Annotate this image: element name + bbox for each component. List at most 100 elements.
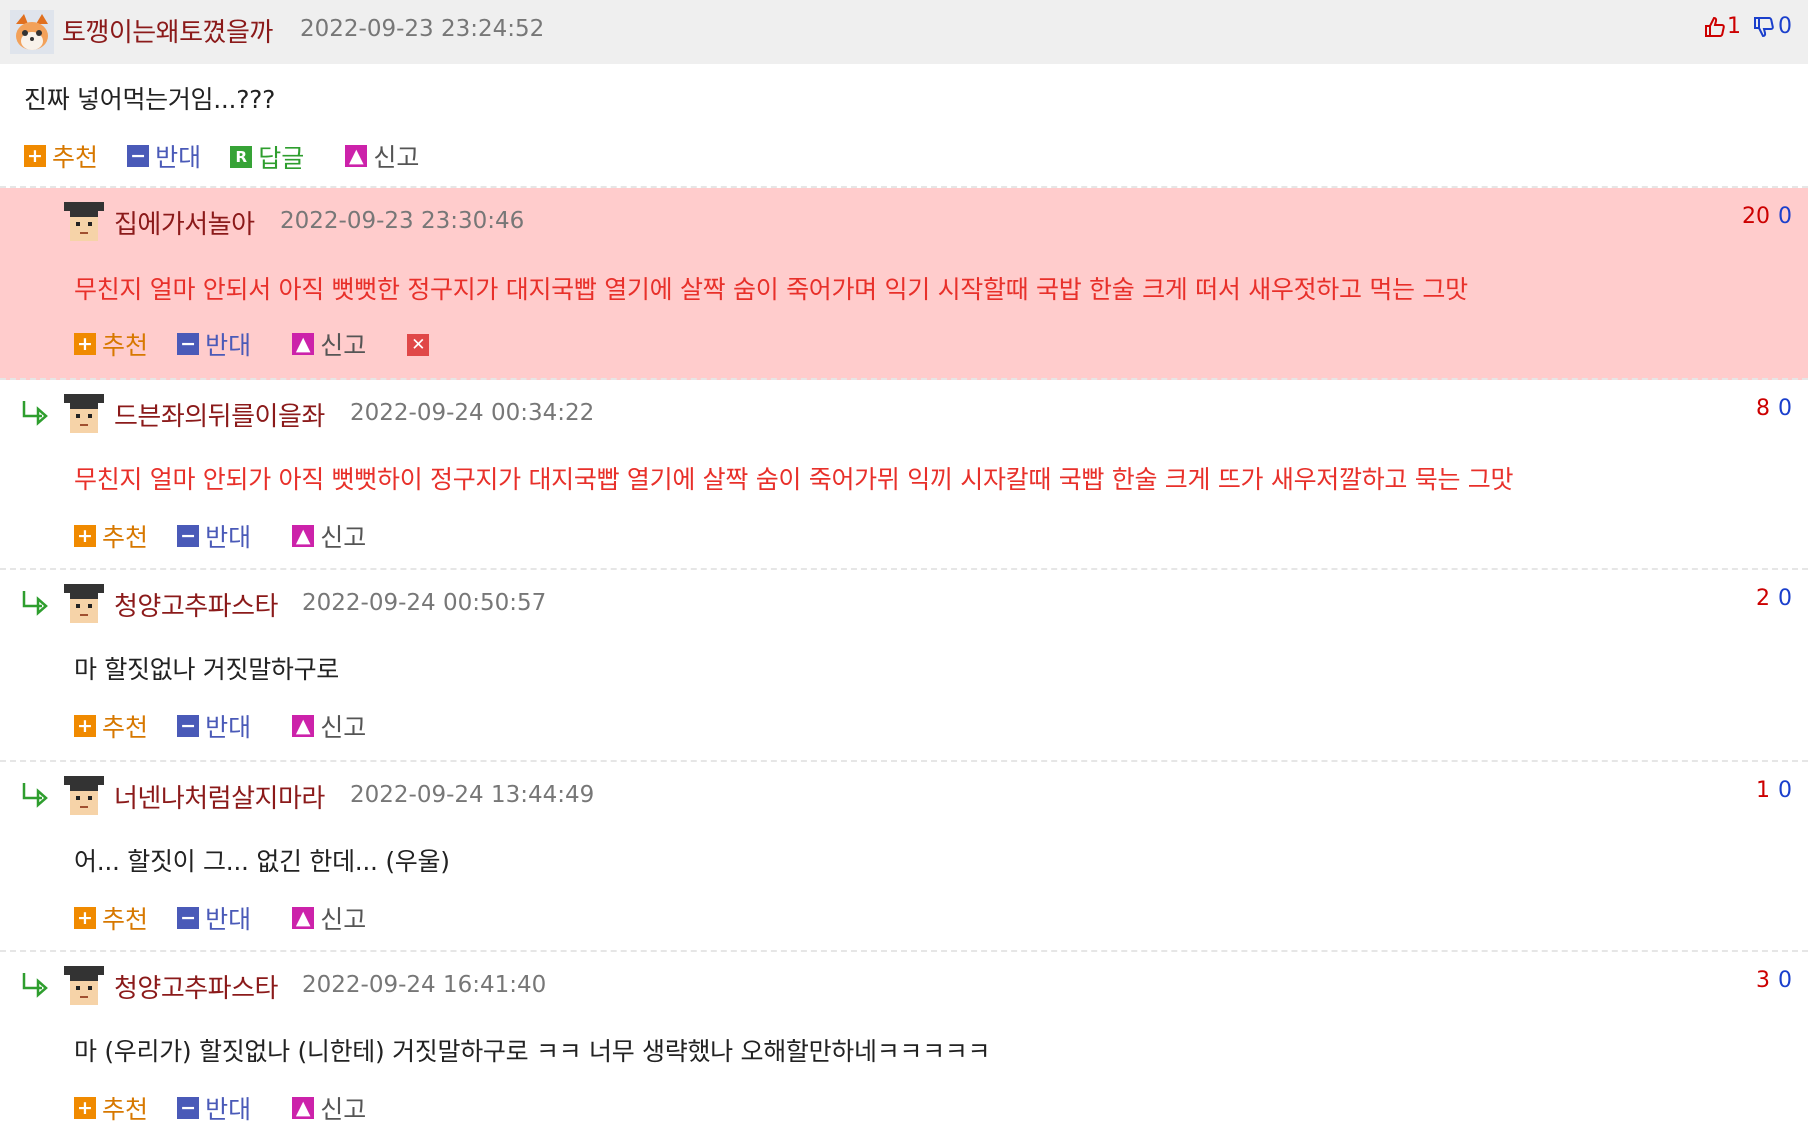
report-button[interactable]: ▲ 신고 [292, 708, 366, 744]
avatar-icon[interactable] [62, 200, 106, 244]
report-button[interactable]: ▲ 신고 [292, 518, 366, 554]
avatar-icon[interactable] [10, 10, 54, 54]
plus-icon: + [74, 525, 96, 547]
comment-actions: + 추천 − 반대 ▲ 신고 [74, 900, 390, 934]
thumb-down-icon[interactable] [1752, 15, 1776, 39]
report-label: 신고 [320, 1095, 367, 1124]
reply-comment: 청양고추파스타 2022-09-24 16:41:40 30 마 (우리가) 할… [0, 952, 1808, 1137]
oppose-button[interactable]: − 반대 [177, 518, 251, 554]
siren-icon: ▲ [292, 333, 315, 355]
comment-text: 마 (우리가) 할짓없나 (니한테) 거짓말하구로 ㅋㅋ 너무 생략했나 오해할… [74, 1037, 991, 1066]
report-label: 신고 [320, 713, 367, 742]
oppose-label: 반대 [205, 523, 252, 552]
vote-counts: 20 [1756, 586, 1792, 611]
downvote-count: 0 [1778, 778, 1792, 803]
avatar-icon[interactable] [62, 392, 106, 436]
comment-author[interactable]: 청양고추파스타 [114, 586, 278, 623]
vote-counts: 1 0 [1703, 14, 1792, 39]
comment-actions: + 추천 − 반대 ▲ 신고 ✕ [74, 326, 430, 360]
avatar-icon[interactable] [62, 774, 106, 818]
report-label: 신고 [320, 905, 367, 934]
reply-arrow-icon [22, 591, 48, 616]
reply-arrow-icon [22, 401, 48, 426]
downvote-count: 0 [1778, 586, 1792, 611]
plus-icon: + [74, 1097, 96, 1119]
siren-icon: ▲ [345, 145, 368, 167]
recommend-button[interactable]: + 추천 [74, 1090, 148, 1126]
recommend-button[interactable]: + 추천 [74, 518, 148, 554]
upvote-count: 8 [1756, 396, 1770, 421]
reply-header: 너넨나처럼살지마라 2022-09-24 13:44:49 10 [0, 762, 1808, 826]
reply-label: 답글 [258, 144, 305, 173]
oppose-label: 반대 [155, 143, 202, 172]
upvote-count: 1 [1727, 14, 1741, 39]
avatar-icon[interactable] [62, 582, 106, 626]
report-button[interactable]: ▲ 신고 [292, 1090, 366, 1126]
siren-icon: ▲ [292, 907, 315, 929]
comment-actions: + 추천 − 반대 ▲ 신고 [74, 708, 390, 742]
recommend-label: 추천 [102, 523, 149, 552]
main-comment: 토깽이는왜토꼈을까 2022-09-23 23:24:52 1 0 진짜 넣어먹… [0, 0, 1808, 188]
vote-counts: 80 [1756, 396, 1792, 421]
reply-comment: 드븐좌의뒤를이을좌 2022-09-24 00:34:22 80 무친지 얼마 … [0, 380, 1808, 570]
comment-author[interactable]: 토깽이는왜토꼈을까 [62, 12, 273, 49]
avatar-icon[interactable] [62, 964, 106, 1008]
comment-date: 2022-09-24 16:41:40 [302, 972, 547, 998]
reply-header: 집에가서놀아 2022-09-23 23:30:46 20 0 [0, 188, 1808, 252]
report-button[interactable]: ▲ 신고 [292, 326, 366, 362]
reply-comment: 집에가서놀아 2022-09-23 23:30:46 20 0 무친지 얼마 안되… [0, 188, 1808, 380]
upvote-count: 3 [1756, 968, 1770, 993]
comment-author[interactable]: 청양고추파스타 [114, 968, 278, 1005]
report-label: 신고 [320, 331, 367, 360]
reply-arrow-icon [22, 973, 48, 998]
comment-author[interactable]: 집에가서놀아 [114, 204, 255, 241]
recommend-button[interactable]: + 추천 [24, 138, 98, 174]
oppose-button[interactable]: − 반대 [127, 138, 201, 174]
recommend-label: 추천 [102, 713, 149, 742]
oppose-button[interactable]: − 반대 [177, 326, 251, 362]
minus-icon: − [177, 525, 200, 547]
siren-icon: ▲ [292, 525, 315, 547]
comment-text: 마 할짓없나 거짓말하구로 [74, 655, 339, 684]
vote-counts: 30 [1756, 968, 1792, 993]
report-button[interactable]: ▲ 신고 [345, 138, 419, 174]
upvote-count: 1 [1756, 778, 1770, 803]
comment-actions: + 추천 − 반대 R 답글 ▲ 신고 [24, 138, 443, 173]
recommend-label: 추천 [102, 905, 149, 934]
recommend-button[interactable]: + 추천 [74, 708, 148, 744]
oppose-button[interactable]: − 반대 [177, 1090, 251, 1126]
reply-comment: 너넨나처럼살지마라 2022-09-24 13:44:49 10 어... 할짓… [0, 762, 1808, 952]
oppose-button[interactable]: − 반대 [177, 900, 251, 936]
comment-author[interactable]: 너넨나처럼살지마라 [114, 778, 325, 815]
comment-text: 무친지 얼마 안되서 아직 뻣뻣한 정구지가 대지국빱 열기에 살짝 숨이 죽어… [74, 275, 1468, 304]
recommend-label: 추천 [52, 143, 99, 172]
comment-text: 어... 할짓이 그... 없긴 한데... (우울) [74, 847, 450, 876]
thumb-up-icon[interactable] [1703, 15, 1727, 39]
recommend-button[interactable]: + 추천 [74, 900, 148, 936]
reply-arrow-icon [22, 783, 48, 808]
comment-date: 2022-09-23 23:30:46 [280, 208, 525, 234]
oppose-label: 반대 [205, 1095, 252, 1124]
siren-icon: ▲ [292, 1097, 315, 1119]
comment-date: 2022-09-24 00:50:57 [302, 590, 547, 616]
comment-actions: + 추천 − 반대 ▲ 신고 [74, 518, 390, 552]
minus-icon: − [177, 1097, 200, 1119]
reply-header: 청양고추파스타 2022-09-24 16:41:40 30 [0, 952, 1808, 1016]
report-button[interactable]: ▲ 신고 [292, 900, 366, 936]
minus-icon: − [177, 907, 200, 929]
report-label: 신고 [320, 523, 367, 552]
comment-text: 진짜 넣어먹는거임...??? [24, 85, 276, 114]
report-label: 신고 [373, 143, 420, 172]
oppose-label: 반대 [205, 713, 252, 742]
recommend-label: 추천 [102, 1095, 149, 1124]
minus-icon: − [177, 333, 200, 355]
oppose-button[interactable]: − 반대 [177, 708, 251, 744]
reply-header: 청양고추파스타 2022-09-24 00:50:57 20 [0, 570, 1808, 634]
reply-button[interactable]: R 답글 [230, 139, 304, 175]
reply-icon: R [230, 146, 253, 168]
recommend-button[interactable]: + 추천 [74, 326, 148, 362]
close-icon[interactable]: ✕ [407, 333, 430, 356]
minus-icon: − [177, 715, 200, 737]
recommend-label: 추천 [102, 331, 149, 360]
comment-author[interactable]: 드븐좌의뒤를이을좌 [114, 396, 325, 433]
